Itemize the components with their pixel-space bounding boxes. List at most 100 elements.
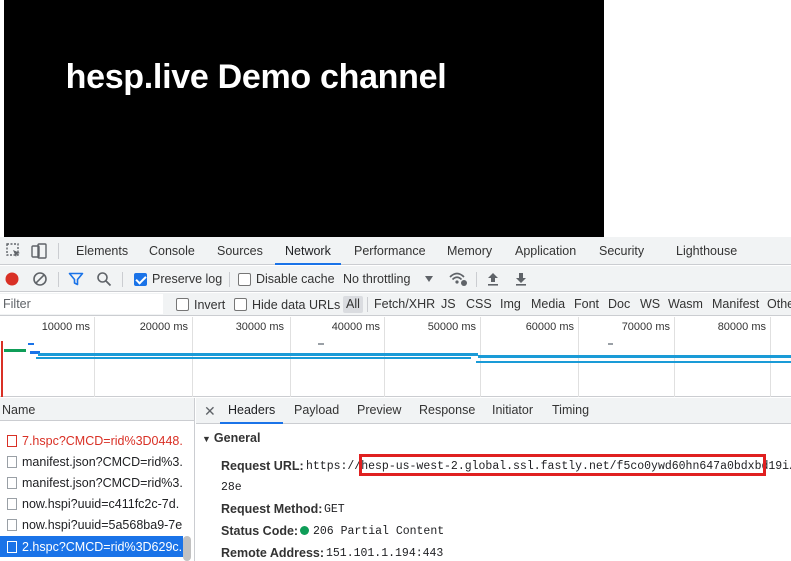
throttling-label: No throttling (343, 272, 411, 286)
disable-cache-label: Disable cache (256, 272, 335, 286)
tab-console[interactable]: Console (149, 237, 195, 265)
invert-check-icon (176, 298, 189, 311)
request-list-scrollbar[interactable] (183, 536, 191, 561)
disable-cache-check-icon (238, 272, 251, 286)
request-method-label: Request Method: (221, 502, 323, 516)
preserve-log-label: Preserve log (152, 272, 223, 286)
filter-bar: Invert Hide data URLs All Fetch/XHR JS C… (0, 293, 791, 316)
tabbar-separator (58, 243, 59, 259)
tab-memory[interactable]: Memory (447, 237, 492, 265)
request-url-label: Request URL: (221, 459, 304, 473)
tab-response[interactable]: Response (419, 398, 475, 424)
details-tabbar: ✕ Headers Payload Preview Response Initi… (196, 398, 791, 424)
hide-data-urls-label: Hide data URLs (252, 297, 341, 312)
file-icon (7, 518, 17, 531)
devtools-panel: Elements Console Sources Network Perform… (0, 237, 791, 561)
device-toolbar-icon[interactable] (30, 242, 48, 260)
video-title: hesp.live Demo channel (65, 58, 447, 96)
toolbar-separator (229, 272, 230, 287)
tab-elements[interactable]: Elements (76, 237, 128, 265)
file-icon (7, 540, 17, 553)
inspect-element-icon[interactable] (5, 242, 23, 260)
request-bar (608, 343, 613, 345)
request-name: manifest.json?CMCD=rid%3. (22, 454, 183, 469)
request-details: ✕ Headers Payload Preview Response Initi… (196, 398, 791, 561)
status-code-text: 206 Partial Content (313, 525, 445, 538)
name-column-header[interactable]: Name (0, 398, 194, 421)
preserve-log-checkbox[interactable]: Preserve log (134, 266, 222, 292)
close-icon[interactable]: ✕ (204, 403, 216, 420)
network-overview-timeline[interactable]: 10000 ms 20000 ms 30000 ms 40000 ms 5000… (0, 317, 791, 397)
request-row[interactable]: now.hspi?uuid=5a568ba9-7e (0, 514, 183, 535)
tab-lighthouse[interactable]: Lighthouse (676, 237, 737, 265)
tick-label: 30000 ms (235, 321, 284, 333)
type-filter-media[interactable]: Media (531, 296, 565, 313)
type-filter-other[interactable]: Othe (767, 296, 791, 313)
tab-initiator[interactable]: Initiator (492, 398, 533, 424)
type-filter-js[interactable]: JS (441, 296, 456, 313)
video-player[interactable]: hesp.live Demo channel (4, 0, 604, 237)
request-row[interactable]: 7.hspc?CMCD=rid%3D0448. (0, 430, 183, 451)
clear-icon[interactable] (32, 271, 48, 287)
record-icon[interactable] (4, 271, 20, 287)
type-filter-fetch-xhr[interactable]: Fetch/XHR (374, 296, 435, 313)
tick-label: 50000 ms (427, 321, 476, 333)
general-section-label: General (213, 431, 261, 445)
tab-security[interactable]: Security (599, 237, 644, 265)
request-name: 2.hspc?CMCD=rid%3D629c. (22, 539, 183, 554)
tab-payload[interactable]: Payload (294, 398, 339, 424)
request-name: manifest.json?CMCD=rid%3. (22, 475, 183, 490)
request-name: 7.hspc?CMCD=rid%3D0448. (22, 433, 183, 448)
toolbar-separator (122, 272, 123, 287)
filter-input[interactable] (0, 294, 163, 314)
general-section-header[interactable]: ▼ General (202, 431, 260, 445)
search-icon[interactable] (96, 271, 112, 287)
request-bar (4, 349, 26, 352)
caret-down-icon: ▼ (202, 434, 211, 444)
type-filter-doc[interactable]: Doc (608, 296, 630, 313)
tick-label: 20000 ms (139, 321, 188, 333)
remote-address-value: 151.101.1.194:443 (326, 547, 444, 560)
type-filter-css[interactable]: CSS (466, 296, 492, 313)
file-icon (7, 476, 17, 489)
request-bar (476, 361, 791, 363)
network-conditions-icon[interactable] (448, 270, 468, 288)
request-row-selected[interactable]: 2.hspc?CMCD=rid%3D629c. (0, 536, 183, 557)
status-code-label: Status Code: (221, 524, 299, 538)
type-filter-img[interactable]: Img (500, 296, 521, 313)
tab-headers[interactable]: Headers (220, 398, 284, 424)
invert-label: Invert (194, 297, 226, 312)
tab-sources[interactable]: Sources (217, 237, 263, 265)
request-name: now.hspi?uuid=5a568ba9-7e (22, 517, 183, 532)
tab-performance[interactable]: Performance (354, 237, 426, 265)
hide-data-urls-checkbox[interactable]: Hide data URLs (234, 293, 340, 316)
throttling-select[interactable]: No throttling (343, 266, 434, 292)
upload-icon[interactable] (486, 271, 500, 287)
tab-preview[interactable]: Preview (357, 398, 401, 424)
type-filter-ws[interactable]: WS (640, 296, 660, 313)
type-filter-wasm[interactable]: Wasm (668, 296, 703, 313)
type-filter-manifest[interactable]: Manifest (712, 296, 759, 313)
toolbar-separator (476, 272, 477, 287)
request-row[interactable]: manifest.json?CMCD=rid%3. (0, 451, 183, 472)
request-row[interactable]: now.hspi?uuid=c411fc2c-7d. (0, 493, 183, 514)
file-icon (7, 455, 17, 468)
tab-timing[interactable]: Timing (552, 398, 589, 424)
tick-label: 70000 ms (621, 321, 670, 333)
request-bar (28, 343, 34, 345)
disable-cache-checkbox[interactable]: Disable cache (238, 266, 335, 292)
filter-icon[interactable] (68, 271, 84, 287)
request-method-value: GET (324, 503, 345, 516)
chevron-down-icon (425, 276, 434, 282)
tab-application[interactable]: Application (515, 237, 576, 265)
invert-checkbox[interactable]: Invert (176, 293, 225, 316)
tab-network[interactable]: Network (275, 237, 341, 265)
type-filter-font[interactable]: Font (574, 296, 599, 313)
request-row[interactable]: manifest.json?CMCD=rid%3. (0, 472, 183, 493)
tick-label: 80000 ms (717, 321, 766, 333)
type-filter-all[interactable]: All (343, 296, 363, 313)
remote-address-label: Remote Address: (221, 546, 325, 560)
tick-label: 40000 ms (331, 321, 380, 333)
download-icon[interactable] (514, 271, 528, 287)
file-icon (7, 497, 17, 510)
